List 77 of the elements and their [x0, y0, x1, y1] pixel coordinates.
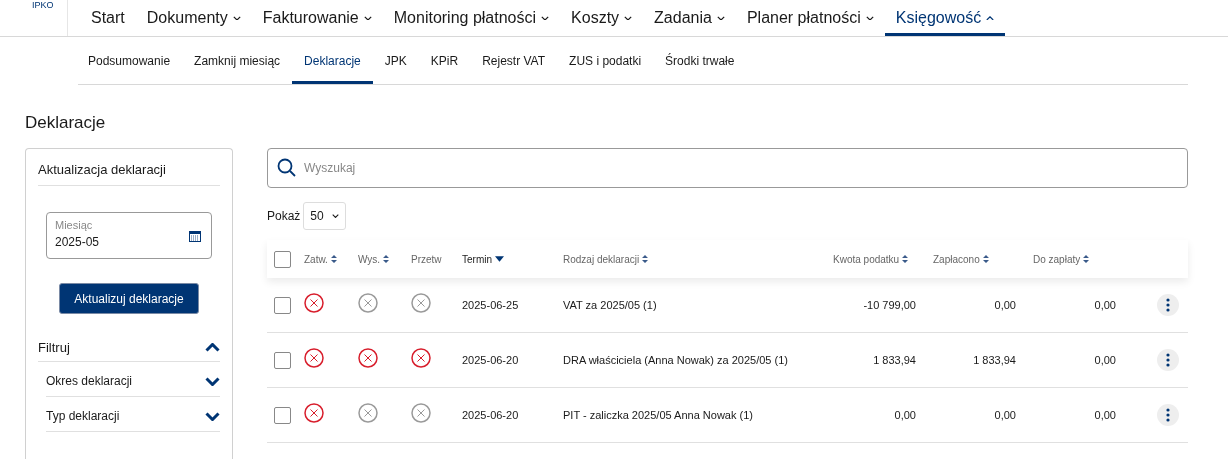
filter-title: Filtruj [38, 340, 70, 355]
sort-icon[interactable] [642, 255, 649, 263]
field-label: Miesiąc [55, 219, 94, 231]
more-button[interactable] [1157, 294, 1179, 316]
more-icon [1166, 408, 1170, 422]
table-cell-text: 0,00 [993, 299, 1017, 311]
search-field[interactable]: Wyszukaj [267, 148, 1188, 188]
column-header[interactable]: Zatw. [304, 253, 358, 265]
table-cell-text: VAT za 2025/05 (1) [563, 299, 658, 311]
more-button[interactable] [1157, 404, 1179, 426]
table-cell-text: PIT - zaliczka 2025/05 Anna Nowak (1) [563, 409, 754, 421]
more-icon [1166, 353, 1170, 367]
row-checkbox[interactable] [274, 296, 291, 314]
table-cell-text: 0,00 [1093, 409, 1117, 421]
page-size-label: Pokaż [267, 209, 301, 223]
row-checkbox[interactable] [274, 406, 291, 424]
table-cell-text: 0,00 [1093, 354, 1117, 366]
month-field[interactable]: Miesiąc 2025-05 [46, 212, 212, 259]
subnav-tab[interactable]: Rejestr VAT [470, 37, 558, 84]
page-title: Deklaracje [25, 113, 107, 133]
subnav-tab[interactable]: KPiR [418, 37, 471, 84]
sort-icon[interactable] [383, 255, 390, 263]
panel-title: Aktualizacja deklaracji [38, 149, 220, 186]
table-cell-text: 1 833,94 [972, 354, 1017, 366]
nav-tab[interactable]: Start [80, 0, 136, 36]
calendar-icon[interactable] [189, 230, 201, 242]
column-header[interactable]: Kwota podatku [817, 253, 917, 265]
nav-tab[interactable]: Fakturowanie [251, 0, 383, 36]
filter-section[interactable]: Typ deklaracji [46, 397, 220, 432]
table-cell-text: DRA właściciela (Anna Nowak) za 2025/05 (1) [563, 354, 789, 366]
nav-tab[interactable]: Zadania [643, 0, 736, 36]
sort-icon[interactable] [982, 255, 989, 263]
column-header[interactable]: Zapłacono [917, 253, 1017, 265]
table-cell-text: -10 799,00 [862, 299, 917, 311]
subnav-tab[interactable]: ZUS i podatki [557, 37, 654, 84]
column-header[interactable]: Wys. [358, 253, 411, 265]
nav-tab[interactable]: Dokumenty [135, 0, 252, 36]
sort-icon[interactable] [902, 255, 909, 263]
table-cell-text: 0,00 [1093, 299, 1117, 311]
field-value: 2025-05 [55, 235, 100, 249]
chevron-up-icon [205, 343, 220, 352]
chevron-down-icon [205, 411, 220, 421]
column-header[interactable]: Do zapłaty [1017, 253, 1117, 265]
nav-tab[interactable]: Koszty [560, 0, 644, 36]
column-header[interactable]: Termin [462, 253, 563, 265]
select-all-checkbox[interactable] [274, 250, 291, 268]
table-cell-text: 0,00 [993, 409, 1017, 421]
nav-tab[interactable]: Księgowość [884, 0, 1006, 36]
nav-tab[interactable]: Planer płatności [735, 0, 885, 36]
nav-tab[interactable]: Monitoring płatności [382, 0, 561, 36]
subnav-tab[interactable]: JPK [372, 37, 419, 84]
search-icon [277, 158, 297, 178]
more-button[interactable] [1157, 349, 1179, 371]
row-checkbox[interactable] [274, 351, 291, 369]
table-cell-text: 0,00 [893, 409, 917, 421]
sort-icon[interactable] [1083, 255, 1090, 263]
sort-descending-icon[interactable] [495, 256, 504, 262]
section-label: Typ deklaracji [46, 409, 120, 423]
sort-icon[interactable] [330, 255, 337, 263]
column-header[interactable]: Rodzaj deklaracji [563, 253, 817, 265]
subnav-tab[interactable]: Podsumowanie [76, 37, 183, 84]
table-cell-text: 2025-06-20 [462, 409, 520, 421]
update-button[interactable]: Aktualizuj deklaracje [59, 283, 199, 314]
filter-section[interactable]: Okres deklaracji [46, 362, 220, 397]
section-label: Okres deklaracji [46, 374, 133, 388]
table-cell-text: 1 833,94 [872, 354, 917, 366]
chevron-down-icon [205, 376, 220, 386]
subnav-tab[interactable]: Zamknij miesiąc [182, 37, 293, 84]
logo[interactable]: IPKO [32, 0, 54, 10]
page-size-select[interactable]: 50 [303, 202, 346, 230]
more-icon [1166, 298, 1170, 312]
column-header[interactable]: Przetw [411, 253, 462, 265]
subnav-tab[interactable]: Środki trwałe [653, 37, 747, 84]
table-cell-text: 2025-06-20 [462, 354, 520, 366]
chevron-down-icon [331, 213, 339, 219]
subnav-tab[interactable]: Deklaracje [292, 37, 373, 84]
table-cell-text: 2025-06-25 [462, 299, 520, 311]
